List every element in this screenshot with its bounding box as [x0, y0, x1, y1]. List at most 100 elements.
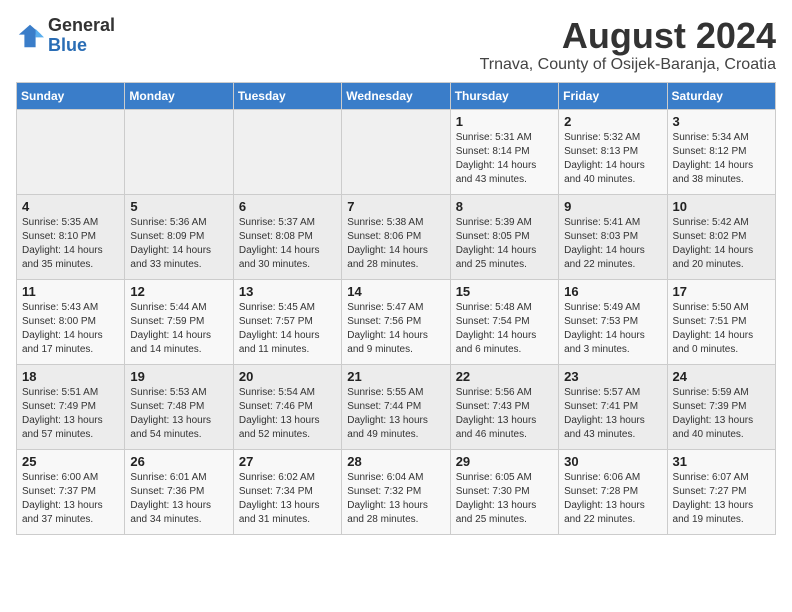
day-info: Sunrise: 5:51 AM Sunset: 7:49 PM Dayligh… [22, 386, 119, 442]
day-info: Sunrise: 5:42 AM Sunset: 8:02 PM Dayligh… [673, 216, 770, 272]
day-info: Sunrise: 6:01 AM Sunset: 7:36 PM Dayligh… [130, 471, 227, 527]
day-number: 17 [673, 284, 770, 299]
calendar-cell: 2 Sunrise: 5:32 AM Sunset: 8:13 PM Daylig… [559, 109, 667, 194]
day-info: Sunrise: 5:32 AM Sunset: 8:13 PM Dayligh… [564, 131, 661, 187]
day-info: Sunrise: 5:39 AM Sunset: 8:05 PM Dayligh… [456, 216, 553, 272]
day-info: Sunrise: 5:59 AM Sunset: 7:39 PM Dayligh… [673, 386, 770, 442]
day-info: Sunrise: 5:43 AM Sunset: 8:00 PM Dayligh… [22, 301, 119, 357]
calendar-cell: 10 Sunrise: 5:42 AM Sunset: 8:02 PM Dayli… [667, 194, 775, 279]
day-info: Sunrise: 6:00 AM Sunset: 7:37 PM Dayligh… [22, 471, 119, 527]
day-info: Sunrise: 5:31 AM Sunset: 8:14 PM Dayligh… [456, 131, 553, 187]
day-info: Sunrise: 5:45 AM Sunset: 7:57 PM Dayligh… [239, 301, 336, 357]
day-info: Sunrise: 5:48 AM Sunset: 7:54 PM Dayligh… [456, 301, 553, 357]
day-number: 23 [564, 369, 661, 384]
weekday-header-monday: Monday [125, 82, 233, 109]
day-number: 28 [347, 454, 444, 469]
calendar-cell: 25 Sunrise: 6:00 AM Sunset: 7:37 PM Dayli… [17, 449, 125, 534]
logo: General Blue [16, 16, 115, 56]
day-info: Sunrise: 5:57 AM Sunset: 7:41 PM Dayligh… [564, 386, 661, 442]
day-info: Sunrise: 5:55 AM Sunset: 7:44 PM Dayligh… [347, 386, 444, 442]
day-info: Sunrise: 6:06 AM Sunset: 7:28 PM Dayligh… [564, 471, 661, 527]
day-number: 21 [347, 369, 444, 384]
day-info: Sunrise: 6:05 AM Sunset: 7:30 PM Dayligh… [456, 471, 553, 527]
calendar-cell: 26 Sunrise: 6:01 AM Sunset: 7:36 PM Dayli… [125, 449, 233, 534]
calendar-cell: 31 Sunrise: 6:07 AM Sunset: 7:27 PM Dayli… [667, 449, 775, 534]
day-number: 2 [564, 114, 661, 129]
calendar-cell: 18Sunrise: 5:51 AM Sunset: 7:49 PM Dayli… [17, 364, 125, 449]
day-info: Sunrise: 5:49 AM Sunset: 7:53 PM Dayligh… [564, 301, 661, 357]
page-header: General Blue August 2024 Trnava, County … [16, 16, 776, 74]
day-number: 22 [456, 369, 553, 384]
week-row-3: 11 Sunrise: 5:43 AM Sunset: 8:00 PM Dayli… [17, 279, 776, 364]
day-info: Sunrise: 6:04 AM Sunset: 7:32 PM Dayligh… [347, 471, 444, 527]
day-number: 30 [564, 454, 661, 469]
day-number: 13 [239, 284, 336, 299]
weekday-header-tuesday: Tuesday [233, 82, 341, 109]
calendar-cell: 15 Sunrise: 5:48 AM Sunset: 7:54 PM Dayli… [450, 279, 558, 364]
day-number: 6 [239, 199, 336, 214]
day-info: Sunrise: 5:35 AM Sunset: 8:10 PM Dayligh… [22, 216, 119, 272]
day-info: Sunrise: 5:41 AM Sunset: 8:03 PM Dayligh… [564, 216, 661, 272]
logo-blue: Blue [48, 35, 87, 55]
week-row-5: 25 Sunrise: 6:00 AM Sunset: 7:37 PM Dayli… [17, 449, 776, 534]
calendar-cell [233, 109, 341, 194]
day-number: 1 [456, 114, 553, 129]
calendar-body: 1 Sunrise: 5:31 AM Sunset: 8:14 PM Daylig… [17, 109, 776, 534]
day-info: Sunrise: 5:47 AM Sunset: 7:56 PM Dayligh… [347, 301, 444, 357]
weekday-header-thursday: Thursday [450, 82, 558, 109]
calendar-cell: 14 Sunrise: 5:47 AM Sunset: 7:56 PM Dayli… [342, 279, 450, 364]
month-year: August 2024 [480, 16, 776, 56]
day-number: 3 [673, 114, 770, 129]
day-number: 11 [22, 284, 119, 299]
calendar-cell: 5 Sunrise: 5:36 AM Sunset: 8:09 PM Daylig… [125, 194, 233, 279]
location: Trnava, County of Osijek-Baranja, Croati… [480, 56, 776, 74]
calendar-cell: 13 Sunrise: 5:45 AM Sunset: 7:57 PM Dayli… [233, 279, 341, 364]
day-number: 10 [673, 199, 770, 214]
week-row-1: 1 Sunrise: 5:31 AM Sunset: 8:14 PM Daylig… [17, 109, 776, 194]
day-number: 29 [456, 454, 553, 469]
title-block: August 2024 Trnava, County of Osijek-Bar… [480, 16, 776, 74]
calendar-cell: 8 Sunrise: 5:39 AM Sunset: 8:05 PM Daylig… [450, 194, 558, 279]
weekday-header-row: SundayMondayTuesdayWednesdayThursdayFrid… [17, 82, 776, 109]
calendar-cell [125, 109, 233, 194]
calendar-cell: 12Sunrise: 5:44 AM Sunset: 7:59 PM Dayli… [125, 279, 233, 364]
day-info: Sunrise: 5:56 AM Sunset: 7:43 PM Dayligh… [456, 386, 553, 442]
calendar-cell: 23 Sunrise: 5:57 AM Sunset: 7:41 PM Dayli… [559, 364, 667, 449]
day-info: Sunrise: 6:07 AM Sunset: 7:27 PM Dayligh… [673, 471, 770, 527]
day-number: 31 [673, 454, 770, 469]
day-number: 14 [347, 284, 444, 299]
calendar-cell: 16Sunrise: 5:49 AM Sunset: 7:53 PM Dayli… [559, 279, 667, 364]
day-number: 26 [130, 454, 227, 469]
day-number: 15 [456, 284, 553, 299]
day-number: 24 [673, 369, 770, 384]
day-number: 25 [22, 454, 119, 469]
calendar-cell: 6Sunrise: 5:37 AM Sunset: 8:08 PM Daylig… [233, 194, 341, 279]
calendar-cell: 19 Sunrise: 5:53 AM Sunset: 7:48 PM Dayli… [125, 364, 233, 449]
calendar-cell: 30 Sunrise: 6:06 AM Sunset: 7:28 PM Dayli… [559, 449, 667, 534]
day-number: 19 [130, 369, 227, 384]
day-number: 4 [22, 199, 119, 214]
calendar-cell: 11 Sunrise: 5:43 AM Sunset: 8:00 PM Dayli… [17, 279, 125, 364]
weekday-header-saturday: Saturday [667, 82, 775, 109]
day-number: 20 [239, 369, 336, 384]
day-info: Sunrise: 5:36 AM Sunset: 8:09 PM Dayligh… [130, 216, 227, 272]
calendar-cell: 22 Sunrise: 5:56 AM Sunset: 7:43 PM Dayli… [450, 364, 558, 449]
calendar-cell: 3Sunrise: 5:34 AM Sunset: 8:12 PM Daylig… [667, 109, 775, 194]
day-info: Sunrise: 5:50 AM Sunset: 7:51 PM Dayligh… [673, 301, 770, 357]
day-info: Sunrise: 5:44 AM Sunset: 7:59 PM Dayligh… [130, 301, 227, 357]
logo-icon [16, 22, 44, 50]
calendar-cell: 9Sunrise: 5:41 AM Sunset: 8:03 PM Daylig… [559, 194, 667, 279]
weekday-header-wednesday: Wednesday [342, 82, 450, 109]
day-number: 5 [130, 199, 227, 214]
day-info: Sunrise: 5:38 AM Sunset: 8:06 PM Dayligh… [347, 216, 444, 272]
day-info: Sunrise: 6:02 AM Sunset: 7:34 PM Dayligh… [239, 471, 336, 527]
calendar-table: SundayMondayTuesdayWednesdayThursdayFrid… [16, 82, 776, 535]
day-number: 27 [239, 454, 336, 469]
calendar-cell: 1 Sunrise: 5:31 AM Sunset: 8:14 PM Daylig… [450, 109, 558, 194]
day-number: 8 [456, 199, 553, 214]
calendar-cell: 27 Sunrise: 6:02 AM Sunset: 7:34 PM Dayli… [233, 449, 341, 534]
calendar-cell: 24 Sunrise: 5:59 AM Sunset: 7:39 PM Dayli… [667, 364, 775, 449]
day-info: Sunrise: 5:53 AM Sunset: 7:48 PM Dayligh… [130, 386, 227, 442]
calendar-cell: 29 Sunrise: 6:05 AM Sunset: 7:30 PM Dayli… [450, 449, 558, 534]
week-row-2: 4 Sunrise: 5:35 AM Sunset: 8:10 PM Daylig… [17, 194, 776, 279]
